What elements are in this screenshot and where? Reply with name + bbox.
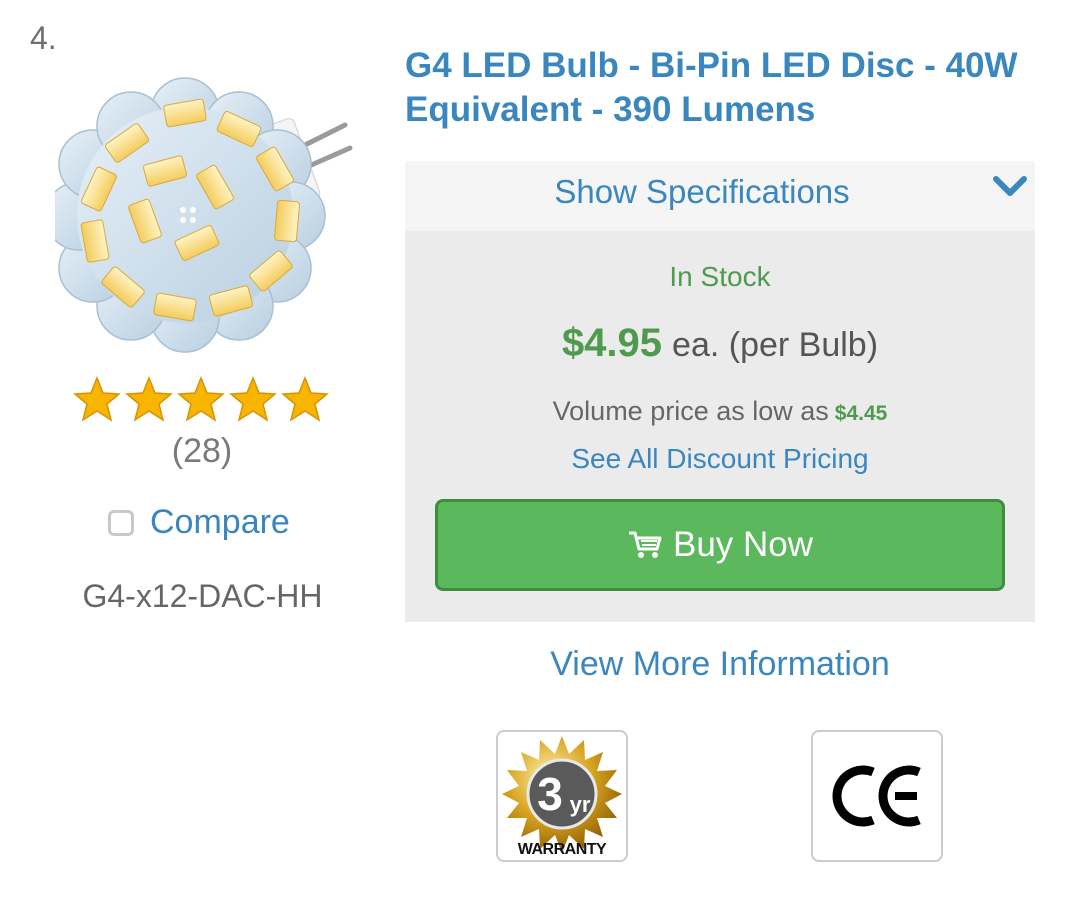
volume-price: $4.45: [834, 402, 888, 425]
stock-status: In Stock: [669, 261, 771, 292]
show-specifications-toggle[interactable]: Show Specifications: [405, 161, 1035, 231]
star-icon: [281, 375, 329, 422]
star-icon: [125, 375, 173, 422]
compare-label[interactable]: Compare: [150, 503, 290, 542]
star-icon: [229, 375, 277, 422]
warranty-badge: 3 yr WARRANTY: [496, 730, 628, 862]
price-unit: ea. (per Bulb): [672, 326, 879, 364]
view-more-information-link[interactable]: View More Information: [405, 645, 1035, 684]
product-sku: G4-x12-DAC-HH: [82, 578, 323, 614]
warranty-number: 3: [537, 768, 563, 820]
star-icon: [73, 375, 121, 422]
cart-icon: [628, 531, 662, 558]
specs-toggle-label[interactable]: Show Specifications: [405, 173, 999, 211]
product-image[interactable]: [55, 60, 360, 355]
volume-pricing: Volume price as low as $4.45: [405, 396, 1035, 427]
buy-now-label[interactable]: Buy Now: [673, 525, 813, 565]
volume-text: Volume price as low as: [552, 396, 829, 426]
review-count[interactable]: (28): [102, 432, 302, 471]
checkbox-icon[interactable]: [108, 509, 134, 536]
unit-price: $4.95: [561, 321, 663, 365]
product-title[interactable]: G4 LED Bulb - Bi-Pin LED Disc - 40W Equi…: [405, 44, 1025, 132]
listing-index: 4.: [30, 20, 57, 56]
ce-badge: [811, 730, 943, 862]
buy-now-button[interactable]: Buy Now: [435, 499, 1005, 591]
warranty-label: WARRANTY: [518, 841, 607, 858]
compare-checkbox[interactable]: Compare: [108, 503, 290, 542]
ce-mark-icon: [832, 765, 921, 827]
rating-stars[interactable]: [72, 375, 330, 425]
price-panel: In Stock $4.95 ea. (per Bulb) Volume pric…: [405, 231, 1035, 622]
price-line: $4.95 ea. (per Bulb): [405, 321, 1035, 366]
star-icon: [177, 375, 225, 422]
see-all-discount-pricing-link[interactable]: See All Discount Pricing: [405, 443, 1035, 475]
warranty-seal-icon: 3 yr WARRANTY: [502, 736, 622, 858]
warranty-suffix: yr: [570, 792, 591, 817]
chevron-down-icon[interactable]: [993, 175, 1027, 199]
